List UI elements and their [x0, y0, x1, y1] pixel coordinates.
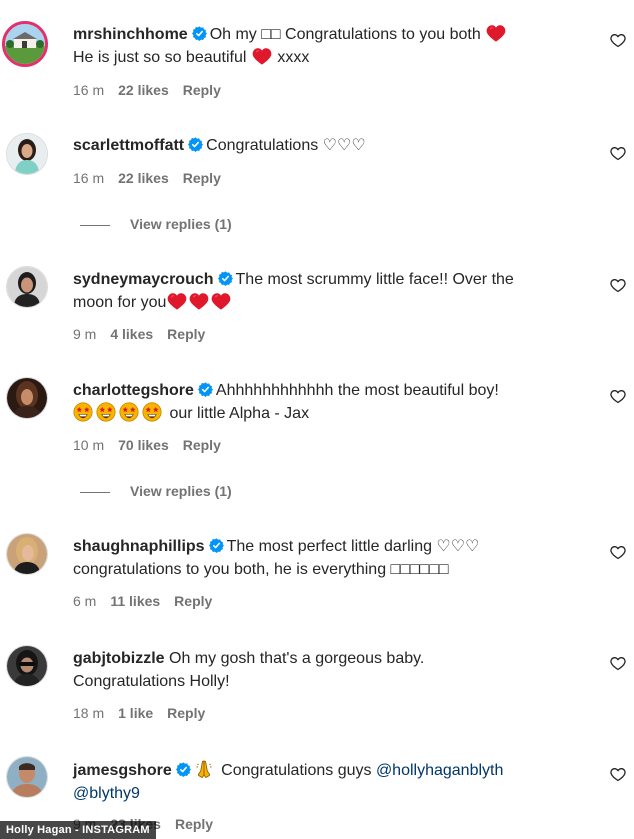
verified-badge-icon — [198, 382, 213, 397]
star-struck-emoji — [142, 402, 162, 422]
reply-button[interactable]: Reply — [183, 170, 221, 186]
reply-button[interactable]: Reply — [174, 593, 212, 609]
comment-body-line1: Congratulations ♡♡♡ — [206, 137, 366, 154]
comment-likes[interactable]: 4 likes — [110, 326, 153, 342]
comment-body-line2: Congratulations Holly! — [73, 673, 230, 690]
comment-likes[interactable]: 70 likes — [118, 437, 169, 453]
comment-text: charlottegshore Ahhhhhhhhhhhh the most be… — [73, 379, 593, 425]
star-struck-emoji — [96, 402, 116, 422]
comment-meta: 9 m 4 likes Reply — [73, 326, 219, 342]
replies-divider-line — [80, 491, 110, 493]
red-heart-emoji — [167, 292, 187, 310]
comment-meta: 10 m 70 likes Reply — [73, 437, 235, 453]
comment-text: gabjtobizzle Oh my gosh that's a gorgeou… — [73, 647, 593, 693]
avatar[interactable] — [6, 377, 48, 419]
heart-outline-icon[interactable] — [610, 545, 626, 560]
comment-body-line2: moon for you — [73, 294, 167, 311]
heart-outline-icon[interactable] — [610, 33, 626, 48]
red-heart-emoji — [189, 292, 209, 310]
comment-time: 16 m — [73, 170, 105, 186]
comment-username[interactable]: mrshinchhome — [73, 26, 188, 43]
avatar[interactable] — [6, 645, 48, 687]
verified-badge-icon — [209, 538, 224, 553]
verified-badge-icon — [218, 271, 233, 286]
comment-body-line1: Ahhhhhhhhhhhh the most beautiful boy! — [215, 382, 499, 399]
comment-body-line1: The most perfect little darling ♡♡♡ — [226, 538, 480, 555]
heart-outline-icon[interactable] — [610, 146, 626, 161]
comment-body-line2: He is just so so beautiful — [73, 49, 247, 66]
comment-likes[interactable]: 11 likes — [110, 593, 160, 609]
comment-body-line1: Oh my gosh that's a gorgeous baby. — [169, 650, 425, 667]
red-heart-emoji — [486, 24, 506, 42]
comment-text: mrshinchhome Oh my □□ Congratulations to … — [73, 23, 593, 69]
comment-username[interactable]: scarlettmoffatt — [73, 137, 184, 154]
comment-username[interactable]: gabjtobizzle — [73, 650, 165, 667]
comment-body-tail: xxxx — [277, 49, 310, 66]
comment-body-line2: our little Alpha - Jax — [169, 405, 310, 422]
praying-hands-emoji — [194, 759, 214, 779]
reply-button[interactable]: Reply — [167, 705, 205, 721]
comment-time: 16 m — [73, 82, 105, 98]
reply-button[interactable]: Reply — [183, 82, 221, 98]
verified-badge-icon — [176, 762, 191, 777]
view-replies-label: View replies (1) — [130, 483, 232, 499]
mention-link[interactable]: @blythy9 — [73, 785, 140, 802]
avatar[interactable] — [6, 266, 48, 308]
comment-text: shaughnaphillips The most perfect little … — [73, 535, 593, 581]
comment-time: 18 m — [73, 705, 105, 721]
avatar[interactable] — [6, 533, 48, 575]
mention-link[interactable]: @hollyhaganblyth — [376, 762, 503, 779]
comment-text: sydneymaycrouch The most scrummy little f… — [73, 268, 593, 314]
comment-username[interactable]: sydneymaycrouch — [73, 271, 214, 288]
reply-button[interactable]: Reply — [175, 816, 213, 832]
reply-button[interactable]: Reply — [183, 437, 221, 453]
comment-body-line2: congratulations to you both, he is every… — [73, 561, 449, 578]
comment-text: scarlettmoffatt Congratulations ♡♡♡ — [73, 134, 593, 157]
comment-text: jamesgshore Congratulations guys @hollyh… — [73, 759, 593, 805]
comment-username[interactable]: charlottegshore — [73, 382, 194, 399]
verified-badge-icon — [192, 26, 207, 41]
comment-likes[interactable]: 22 likes — [118, 170, 169, 186]
replies-divider-line — [80, 224, 110, 226]
heart-outline-icon[interactable] — [610, 656, 626, 671]
star-struck-emoji — [119, 402, 139, 422]
reply-button[interactable]: Reply — [167, 326, 205, 342]
avatar[interactable] — [2, 21, 48, 67]
avatar[interactable] — [6, 756, 48, 798]
comment-body-line1: Oh my □□ Congratulations to you both — [209, 26, 481, 43]
comment-meta: 18 m 1 like Reply — [73, 705, 219, 721]
heart-outline-icon[interactable] — [610, 389, 626, 404]
avatar[interactable] — [6, 133, 48, 175]
verified-badge-icon — [188, 137, 203, 152]
comment-username[interactable]: shaughnaphillips — [73, 538, 205, 555]
comment-likes[interactable]: 22 likes — [118, 82, 169, 98]
star-struck-emoji — [73, 402, 93, 422]
comment-time: 6 m — [73, 593, 97, 609]
comment-likes[interactable]: 1 like — [118, 705, 153, 721]
heart-outline-icon[interactable] — [610, 767, 626, 782]
photo-credit: Holly Hagan - INSTAGRAM — [0, 821, 156, 839]
view-replies-button[interactable]: View replies (1) — [80, 216, 232, 232]
view-replies-label: View replies (1) — [130, 216, 232, 232]
comment-meta: 6 m 11 likes Reply — [73, 593, 226, 609]
comment-body-line1: The most scrummy little face!! Over the — [235, 271, 514, 288]
comment-username[interactable]: jamesgshore — [73, 762, 172, 779]
heart-outline-icon[interactable] — [610, 278, 626, 293]
comment-meta: 16 m 22 likes Reply — [73, 170, 235, 186]
comment-time: 10 m — [73, 437, 105, 453]
comment-body-line1: Congratulations guys — [221, 762, 372, 779]
red-heart-emoji — [252, 47, 272, 65]
view-replies-button[interactable]: View replies (1) — [80, 483, 232, 499]
comment-time: 9 m — [73, 326, 97, 342]
red-heart-emoji — [211, 292, 231, 310]
comment-meta: 16 m 22 likes Reply — [73, 82, 235, 98]
